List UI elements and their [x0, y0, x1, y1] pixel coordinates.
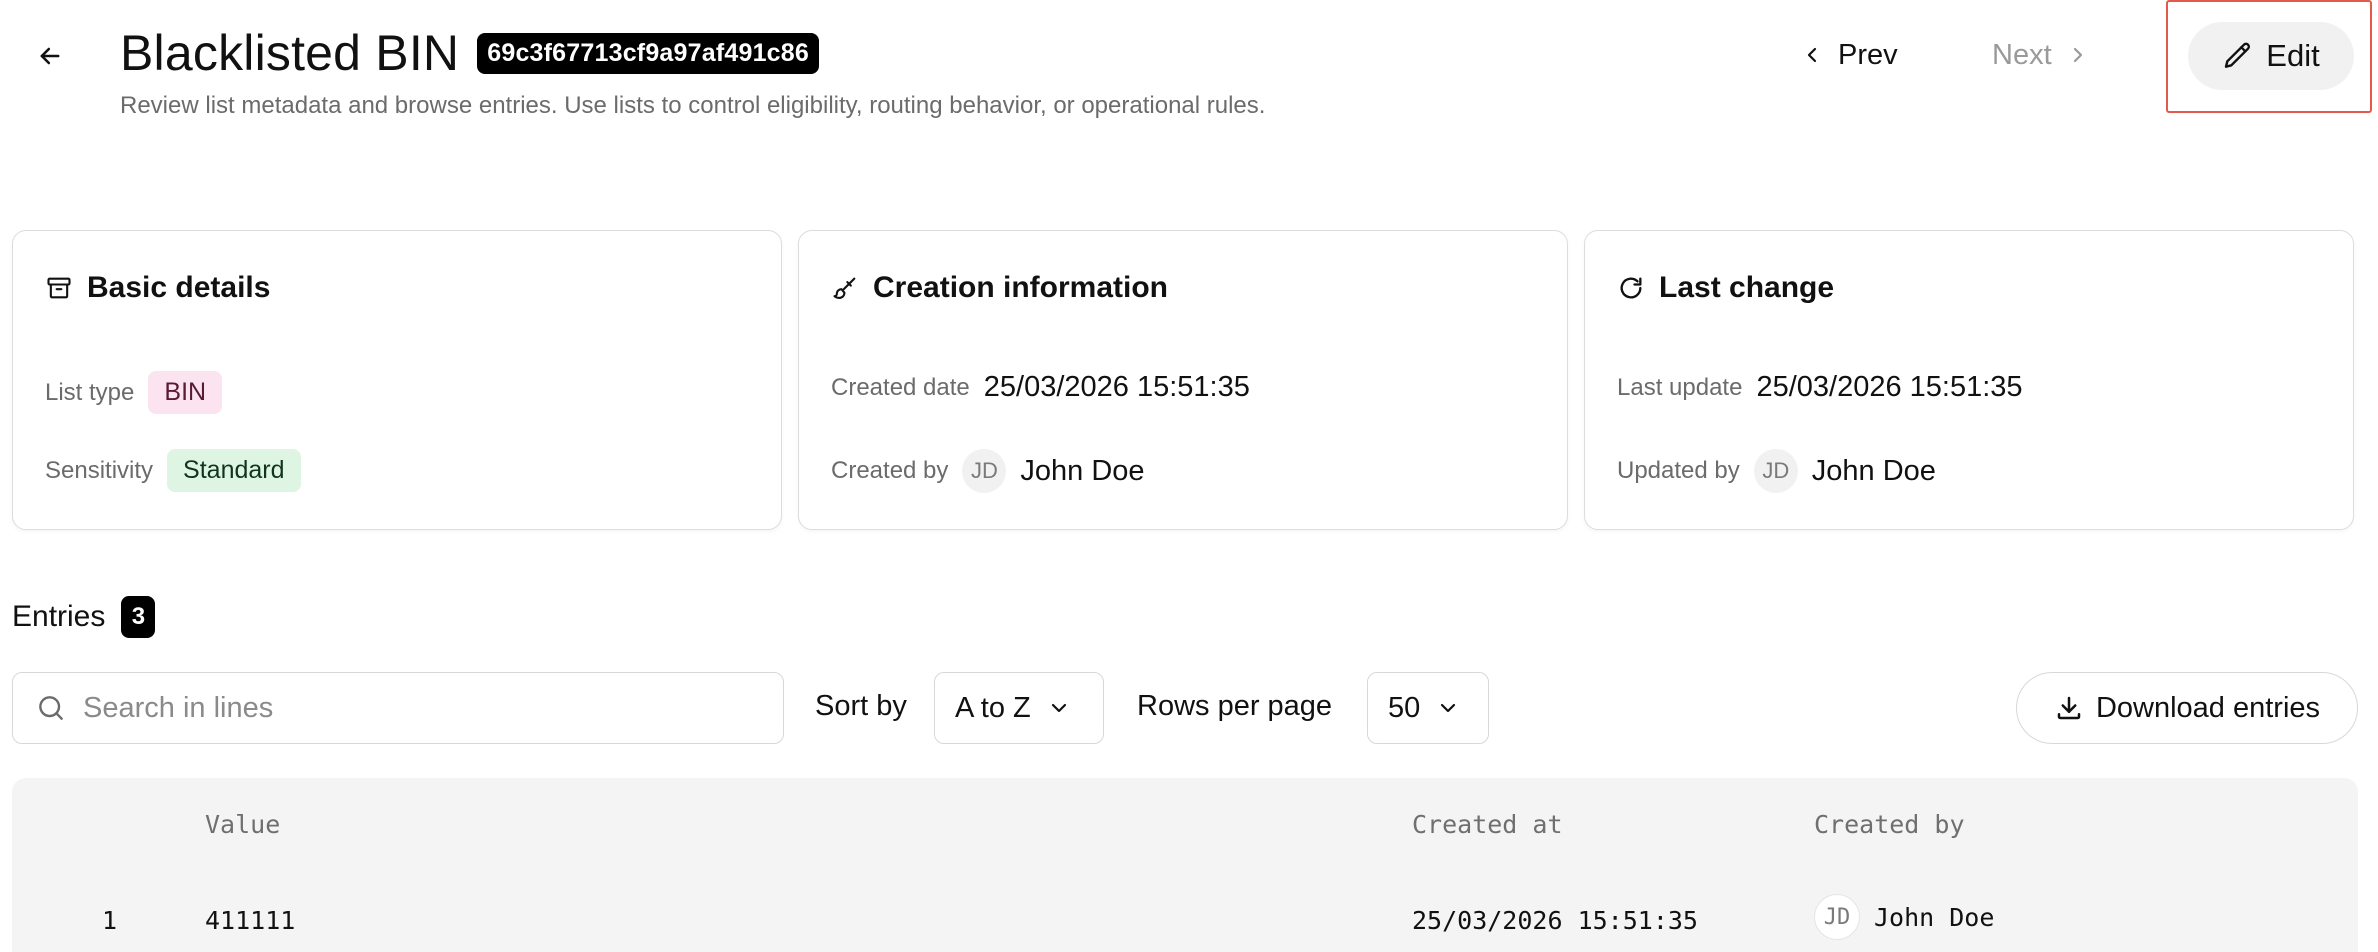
next-label: Next [1992, 38, 2052, 71]
list-type-row: List type BIN [45, 371, 223, 414]
basic-details-title: Basic details [87, 271, 271, 304]
sensitivity-label: Sensitivity [45, 456, 154, 484]
chevron-left-icon [1807, 47, 1817, 63]
column-header-created-by: Created by [1814, 810, 1965, 839]
last-update-value: 25/03/2026 15:51:35 [1756, 371, 2023, 403]
list-type-badge: BIN [148, 371, 223, 414]
list-detail-page: Blacklisted BIN 69c3f67713cf9a97af491c86… [0, 0, 2378, 952]
entries-count-badge: 3 [121, 596, 156, 638]
sort-select[interactable]: A to Z [934, 672, 1104, 744]
updated-by-name: John Doe [1811, 454, 1936, 487]
column-header-value: Value [205, 810, 281, 839]
arrow-left-icon [40, 47, 60, 65]
row-created-at: 25/03/2026 15:51:35 [1412, 906, 1698, 935]
title-row: Blacklisted BIN 69c3f67713cf9a97af491c86 [120, 24, 819, 82]
chevron-down-icon [1441, 703, 1456, 713]
download-entries-button[interactable]: Download entries [2016, 672, 2358, 744]
brush-icon [833, 277, 856, 299]
last-update-row: Last update 25/03/2026 15:51:35 [1617, 371, 2023, 404]
search-input[interactable] [83, 691, 743, 725]
search-box [12, 672, 784, 744]
list-id-badge: 69c3f67713cf9a97af491c86 [477, 32, 819, 74]
column-header-created-at: Created at [1412, 810, 1563, 839]
basic-details-card: Basic details List type BIN Sensitivity … [12, 230, 782, 530]
created-date-value: 25/03/2026 15:51:35 [983, 371, 1250, 403]
entries-header: Entries 3 [12, 596, 156, 638]
updated-by-label: Updated by [1617, 457, 1740, 484]
row-index: 1 [102, 906, 118, 935]
avatar: JD [1814, 894, 1860, 940]
row-value: 411111 [205, 906, 296, 935]
rows-per-page-label: Rows per page [1137, 690, 1333, 722]
entries-table: Value Created at Created by 1 411111 25/… [12, 778, 2358, 952]
next-button[interactable]: Next [1992, 30, 2090, 80]
creation-info-header: Creation information [831, 271, 1168, 305]
row-created-by: JD John Doe [1814, 894, 1994, 940]
last-update-label: Last update [1617, 373, 1743, 401]
entries-title: Entries [12, 600, 106, 633]
back-button[interactable] [28, 34, 72, 78]
created-by-name: John Doe [1020, 454, 1145, 487]
last-change-header: Last change [1617, 271, 1834, 305]
updated-by-row: Updated by JD John Doe [1617, 449, 1936, 493]
chevron-down-icon [1051, 703, 1066, 713]
edit-button[interactable]: Edit [2188, 22, 2354, 90]
sort-select-value: A to Z [955, 691, 1031, 724]
page-subtitle: Review list metadata and browse entries.… [120, 92, 1266, 119]
avatar: JD [1753, 449, 1798, 493]
sort-by-label: Sort by [815, 690, 907, 722]
archive-icon [47, 277, 71, 299]
row-created-by-name: John Doe [1874, 902, 1995, 932]
download-entries-label: Download entries [2095, 691, 2321, 724]
refresh-icon [1620, 277, 1642, 299]
list-type-label: List type [45, 378, 135, 406]
basic-details-header: Basic details [45, 271, 270, 305]
created-by-label: Created by [831, 457, 949, 484]
pencil-icon [2225, 42, 2251, 68]
sensitivity-badge: Standard [167, 449, 301, 492]
download-icon [2057, 696, 2081, 720]
avatar: JD [962, 449, 1007, 493]
search-icon [39, 696, 63, 720]
rows-per-page-select[interactable]: 50 [1367, 672, 1489, 744]
last-change-card: Last change Last update 25/03/2026 15:51… [1584, 230, 2354, 530]
created-by-row: Created by JD John Doe [831, 449, 1145, 493]
chevron-right-icon [2073, 47, 2082, 63]
sensitivity-row: Sensitivity Standard [45, 449, 301, 492]
created-date-row: Created date 25/03/2026 15:51:35 [831, 371, 1250, 404]
rows-per-page-value: 50 [1388, 691, 1421, 724]
last-change-title: Last change [1659, 271, 1835, 304]
created-date-label: Created date [831, 373, 970, 401]
edit-label: Edit [2266, 38, 2320, 73]
prev-button[interactable]: Prev [1800, 30, 1898, 80]
creation-info-title: Creation information [873, 271, 1169, 304]
creation-info-card: Creation information Created date 25/03/… [798, 230, 1568, 530]
prev-label: Prev [1838, 38, 1898, 71]
page-title: Blacklisted BIN [120, 25, 460, 81]
